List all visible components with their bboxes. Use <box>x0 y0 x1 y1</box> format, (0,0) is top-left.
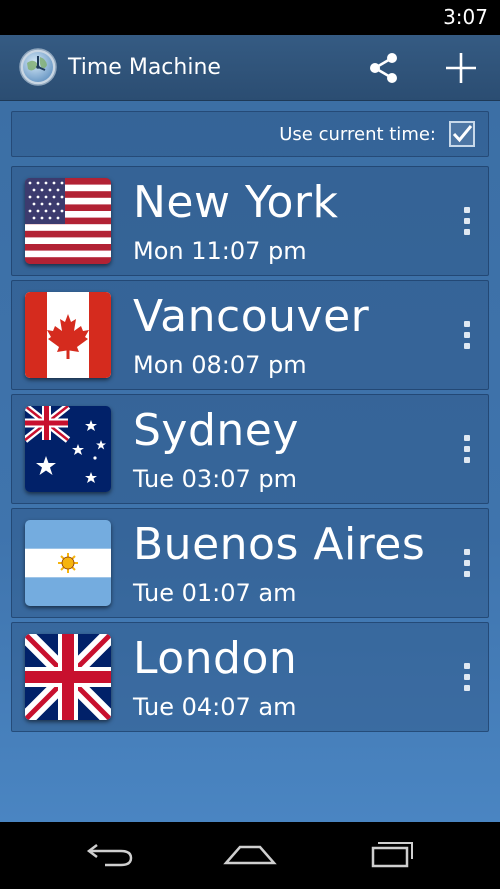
overflow-dot <box>464 446 470 452</box>
city-name: London <box>133 633 298 684</box>
overflow-menu-button[interactable] <box>456 541 478 585</box>
share-button[interactable] <box>362 48 406 92</box>
overflow-dot <box>464 549 470 555</box>
overflow-dot <box>464 332 470 338</box>
overflow-dot <box>464 229 470 235</box>
clock-globe-icon <box>18 47 58 87</box>
city-card-vancouver[interactable]: Vancouver Mon 08:07 pm <box>11 280 489 390</box>
overflow-dot <box>464 571 470 577</box>
overflow-dot <box>464 343 470 349</box>
overflow-menu-button[interactable] <box>456 199 478 243</box>
overflow-dot <box>464 218 470 224</box>
app-bar: Time Machine <box>0 35 500 101</box>
city-time: Tue 01:07 am <box>133 579 297 607</box>
home-button[interactable] <box>220 836 280 876</box>
share-icon <box>366 50 402 91</box>
use-current-time-row: Use current time: <box>11 111 489 157</box>
city-name: New York <box>133 177 339 228</box>
overflow-menu-button[interactable] <box>456 313 478 357</box>
argentina-flag-icon <box>25 520 111 606</box>
city-card-london[interactable]: London Tue 04:07 am <box>11 622 489 732</box>
city-list: Use current time: New York Mon 11:07 pm … <box>0 101 500 822</box>
uk-flag-icon <box>25 634 111 720</box>
overflow-dot <box>464 685 470 691</box>
status-time: 3:07 <box>443 5 488 29</box>
plus-icon <box>443 50 479 91</box>
city-time: Tue 03:07 pm <box>133 465 298 493</box>
city-card-sydney[interactable]: Sydney Tue 03:07 pm <box>11 394 489 504</box>
city-card-buenos-aires[interactable]: Buenos Aires Tue 01:07 am <box>11 508 489 618</box>
overflow-menu-button[interactable] <box>456 655 478 699</box>
overflow-dot <box>464 457 470 463</box>
overflow-menu-button[interactable] <box>456 427 478 471</box>
city-time: Tue 04:07 am <box>133 693 297 721</box>
city-time: Mon 11:07 pm <box>133 237 307 265</box>
overflow-dot <box>464 207 470 213</box>
recents-button[interactable] <box>360 836 420 876</box>
use-current-time-label: Use current time: <box>279 124 436 145</box>
usa-flag-icon <box>25 178 111 264</box>
overflow-dot <box>464 663 470 669</box>
overflow-dot <box>464 674 470 680</box>
navigation-bar <box>0 822 500 889</box>
recents-icon <box>365 839 415 874</box>
overflow-dot <box>464 435 470 441</box>
city-name: Sydney <box>133 405 299 456</box>
app-title: Time Machine <box>68 55 221 80</box>
back-icon <box>85 839 135 874</box>
city-time: Mon 08:07 pm <box>133 351 307 379</box>
australia-flag-icon <box>25 406 111 492</box>
overflow-dot <box>464 560 470 566</box>
checkmark-icon <box>451 125 473 149</box>
status-bar: 3:07 <box>0 0 500 35</box>
home-icon <box>222 839 278 874</box>
overflow-dot <box>464 321 470 327</box>
city-name: Buenos Aires <box>133 519 426 570</box>
city-name: Vancouver <box>133 291 370 342</box>
use-current-time-checkbox[interactable] <box>449 121 475 147</box>
add-button[interactable] <box>438 48 484 92</box>
city-card-new-york[interactable]: New York Mon 11:07 pm <box>11 166 489 276</box>
canada-flag-icon <box>25 292 111 378</box>
back-button[interactable] <box>80 836 140 876</box>
